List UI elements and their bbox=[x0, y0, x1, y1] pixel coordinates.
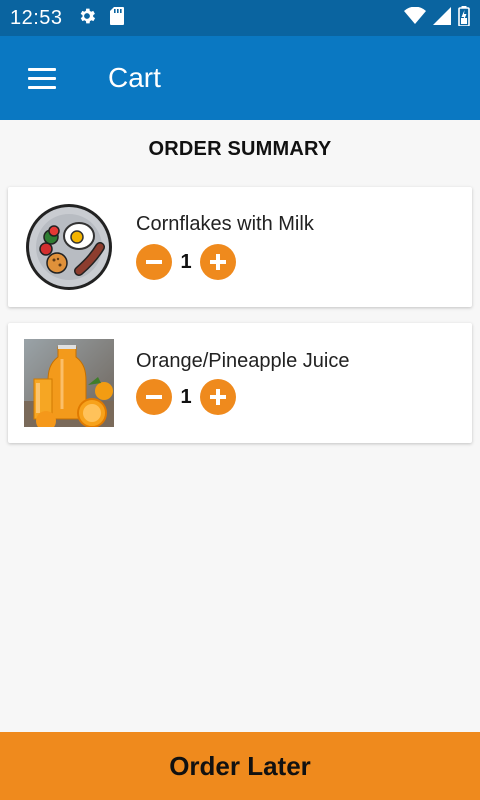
order-summary-heading: ORDER SUMMARY bbox=[148, 138, 332, 160]
quantity-value: 1 bbox=[180, 250, 192, 273]
app-bar: Cart bbox=[0, 36, 480, 120]
plus-icon bbox=[210, 389, 226, 405]
cart-item: Cornflakes with Milk 1 bbox=[8, 187, 472, 307]
increase-quantity-button[interactable] bbox=[200, 379, 236, 415]
minus-icon bbox=[146, 395, 162, 399]
orange-juice-photo bbox=[24, 339, 114, 431]
item-name: Cornflakes with Milk bbox=[136, 213, 314, 235]
quantity-stepper: 1 bbox=[136, 244, 236, 280]
cart-item: Orange/Pineapple Juice 1 bbox=[8, 323, 472, 443]
quantity-stepper: 1 bbox=[136, 379, 236, 415]
order-later-button[interactable]: Order Later bbox=[0, 732, 480, 800]
minus-icon bbox=[146, 260, 162, 264]
quantity-value: 1 bbox=[180, 385, 192, 408]
order-later-label: Order Later bbox=[169, 750, 311, 781]
wifi-icon bbox=[404, 6, 426, 30]
status-bar: 12:53 bbox=[0, 0, 480, 36]
signal-icon bbox=[432, 6, 452, 31]
gear-icon bbox=[77, 6, 97, 31]
menu-button[interactable] bbox=[12, 36, 72, 120]
hamburger-menu-icon bbox=[28, 67, 56, 89]
decrease-quantity-button[interactable] bbox=[136, 244, 172, 280]
plus-icon bbox=[210, 254, 226, 270]
decrease-quantity-button[interactable] bbox=[136, 379, 172, 415]
item-name: Orange/Pineapple Juice bbox=[136, 350, 350, 372]
breakfast-plate-icon bbox=[24, 203, 114, 291]
status-time: 12:53 bbox=[10, 6, 63, 29]
battery-icon bbox=[458, 5, 470, 31]
sd-card-icon bbox=[109, 6, 125, 31]
page-title: Cart bbox=[108, 62, 161, 93]
increase-quantity-button[interactable] bbox=[200, 244, 236, 280]
